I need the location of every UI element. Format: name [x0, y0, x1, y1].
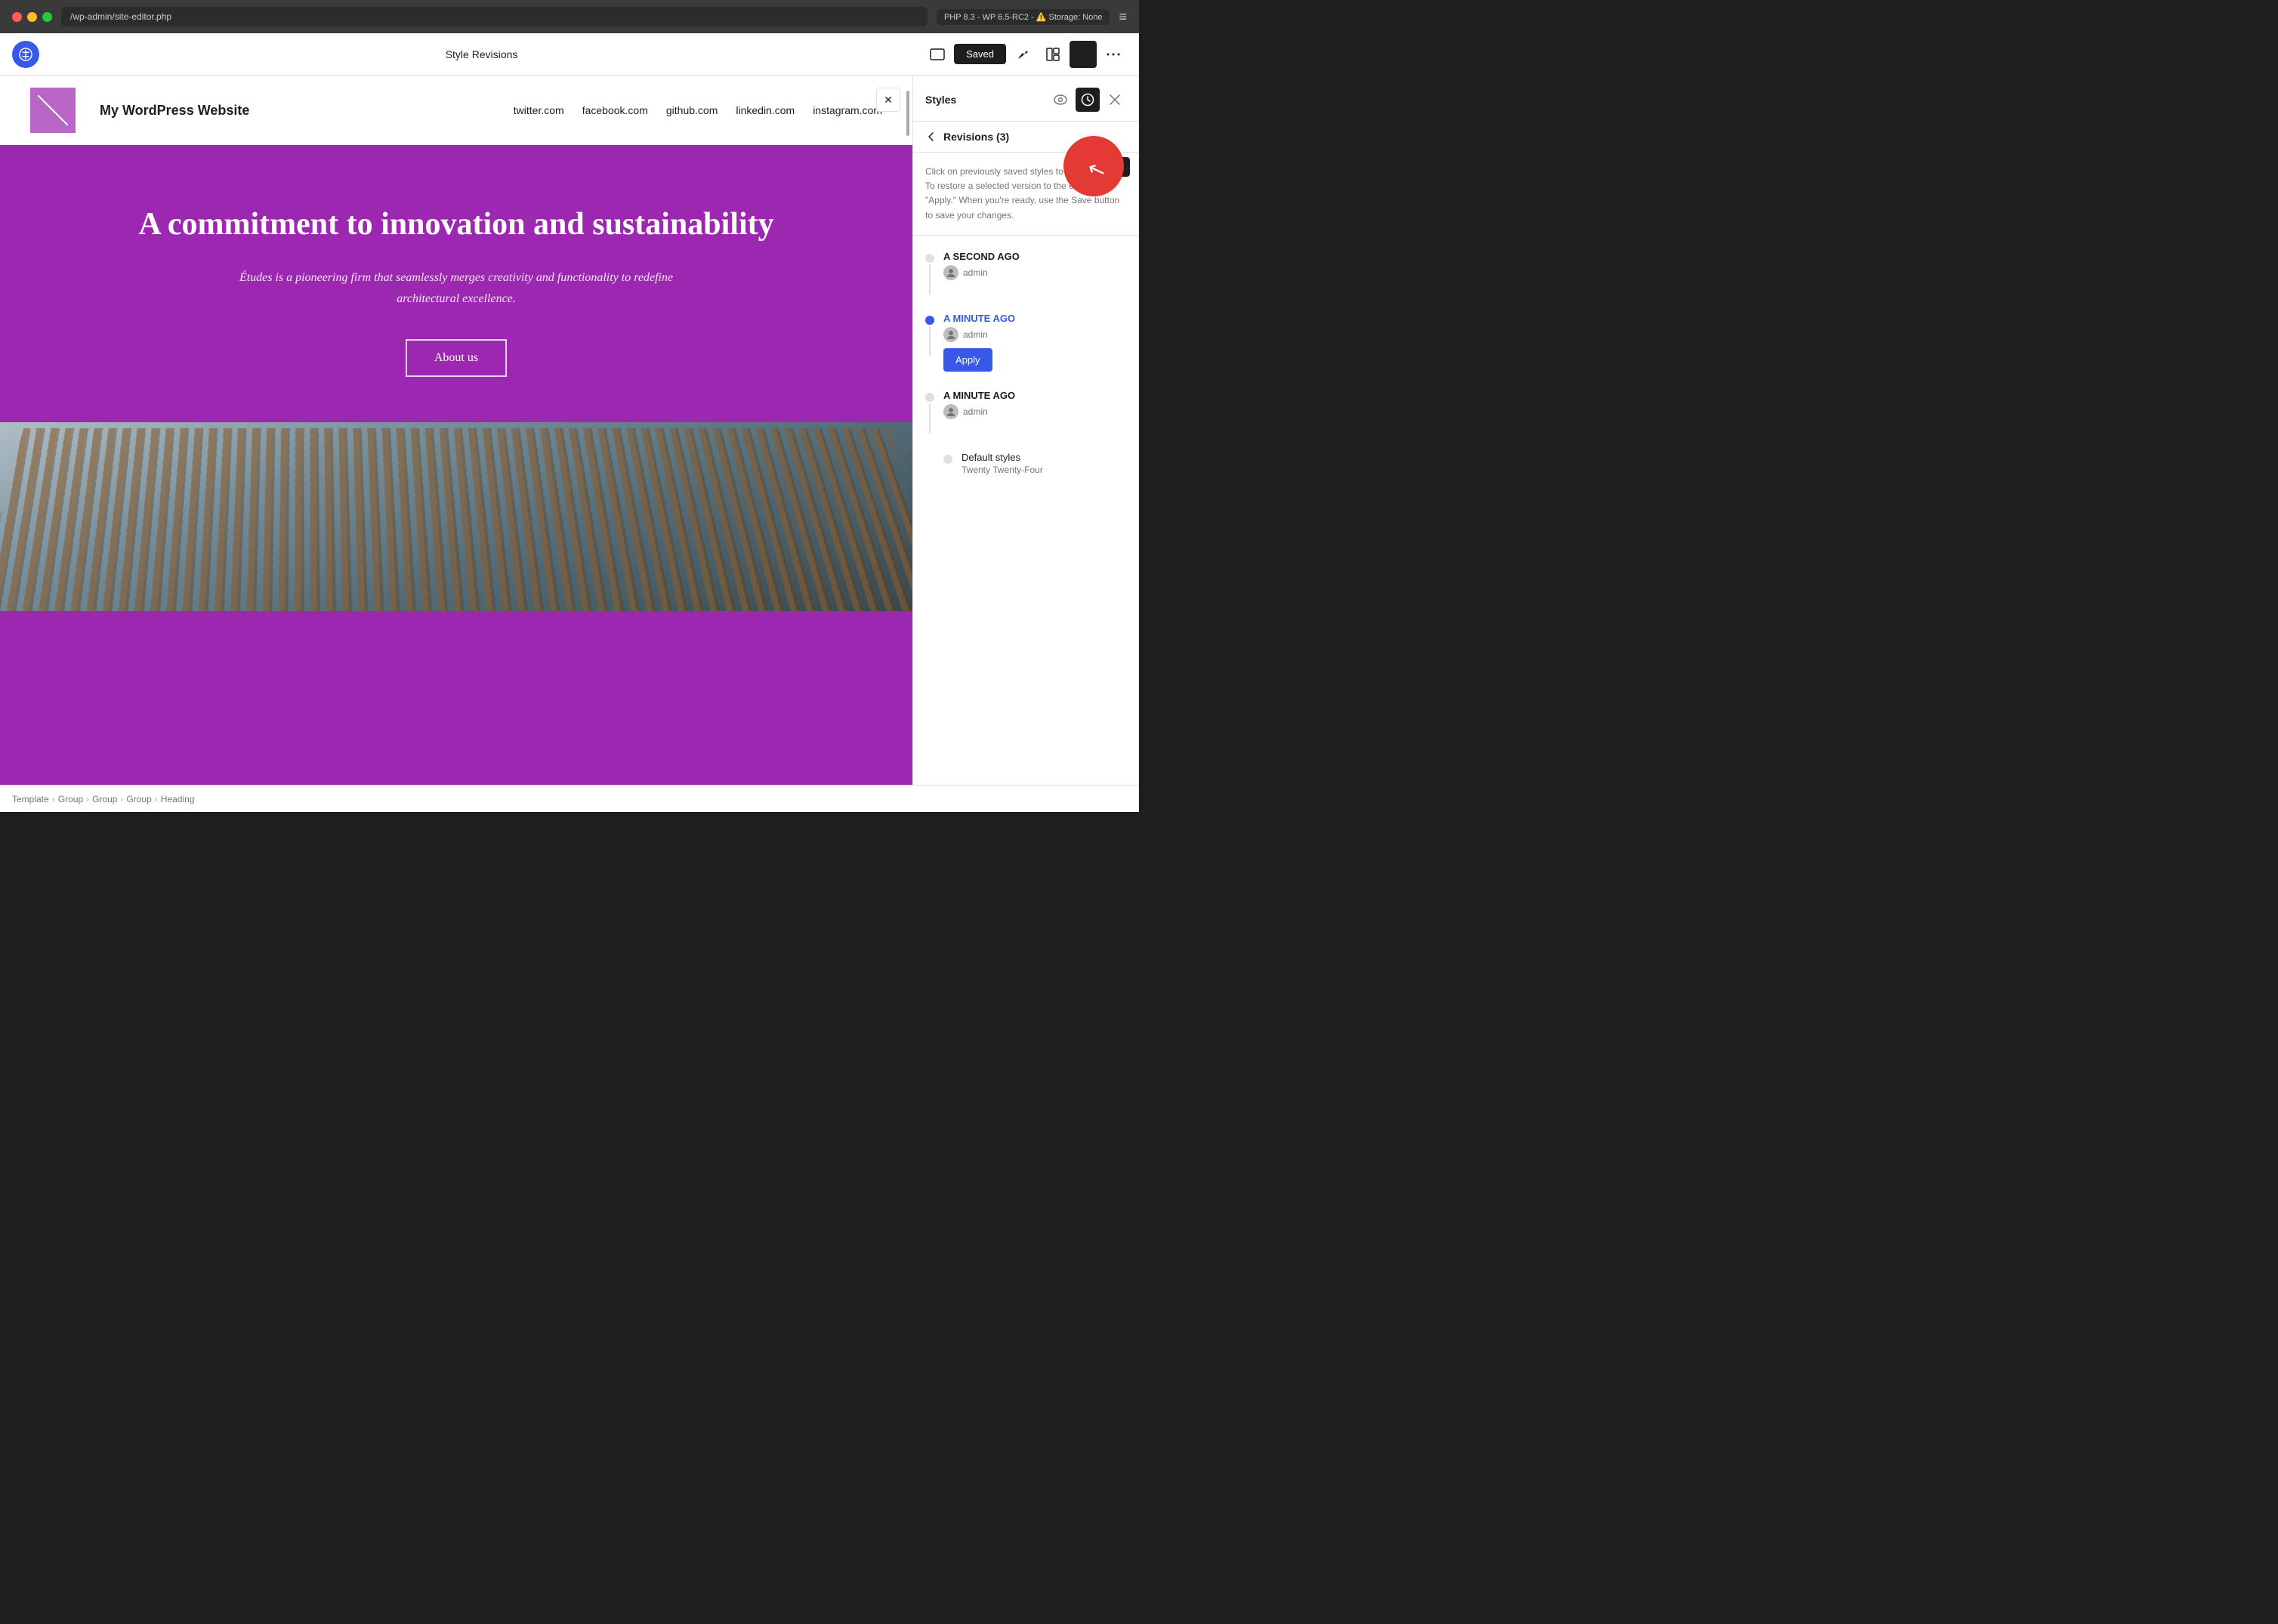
eye-btn[interactable]: [1048, 88, 1073, 112]
revision-dot-1: [925, 254, 934, 263]
avatar-3: [943, 404, 958, 419]
revisions-btn[interactable]: [1076, 88, 1100, 112]
revision-dot-container-default: [943, 452, 952, 464]
breadcrumb-item-template[interactable]: Template: [12, 794, 49, 804]
cursor-arrow-icon: ↖: [1084, 154, 1109, 184]
revision-list: A SECOND AGO admin: [913, 236, 1139, 785]
php-badge: PHP 8.3 - WP 6.5-RC2 - ⚠️ Storage: None: [937, 9, 1110, 25]
revision-item-1[interactable]: A SECOND AGO admin: [913, 242, 1139, 304]
author-name-1: admin: [963, 267, 988, 278]
nav-item-twitter[interactable]: twitter.com: [514, 104, 564, 116]
traffic-light-red[interactable]: [12, 12, 22, 22]
traffic-lights: [12, 12, 52, 22]
site-logo: [30, 88, 76, 133]
breadcrumb-sep-3: ›: [120, 794, 123, 804]
back-button[interactable]: [925, 131, 937, 143]
hero-subtitle: Études is a pioneering firm that seamles…: [230, 267, 683, 308]
styles-btn[interactable]: [1070, 41, 1097, 68]
site-name: My WordPress Website: [100, 103, 249, 119]
building-overlay: [0, 428, 912, 611]
browser-chrome: /wp-admin/site-editor.php PHP 8.3 - WP 6…: [0, 0, 1139, 33]
default-styles-info: Default styles Twenty Twenty-Four: [962, 452, 1127, 475]
address-text: /wp-admin/site-editor.php: [70, 11, 171, 22]
hero-title: A commitment to innovation and sustainab…: [30, 205, 882, 243]
more-options-btn[interactable]: [1100, 41, 1127, 68]
cursor-indicator: ↖: [1063, 136, 1124, 196]
close-sidebar-btn[interactable]: [1103, 88, 1127, 112]
website-preview: My WordPress Website twitter.com faceboo…: [0, 76, 912, 785]
revision-author-2: admin: [943, 327, 1127, 342]
view-toggle-btn[interactable]: [924, 41, 951, 68]
breadcrumb-item-group2[interactable]: Group: [92, 794, 117, 804]
default-styles-item[interactable]: Default styles Twenty Twenty-Four: [913, 443, 1139, 484]
sidebar-header: Styles: [913, 76, 1139, 122]
nav-item-github[interactable]: github.com: [666, 104, 718, 116]
scrollbar-thumb: [906, 91, 909, 136]
hero-section: A commitment to innovation and sustainab…: [0, 145, 912, 422]
revision-item-3[interactable]: A MINUTE AGO admin: [913, 381, 1139, 443]
author-name-2: admin: [963, 329, 988, 340]
sidebar-header-actions: [1048, 88, 1127, 112]
revision-info-3: A MINUTE AGO admin: [943, 390, 1127, 419]
browser-menu-btn[interactable]: ≡: [1119, 9, 1127, 25]
saved-button[interactable]: Saved: [954, 44, 1006, 64]
revision-time-3: A MINUTE AGO: [943, 390, 1127, 401]
revision-item-2[interactable]: A MINUTE AGO admin Apply: [913, 304, 1139, 381]
author-name-3: admin: [963, 406, 988, 417]
site-header: My WordPress Website twitter.com faceboo…: [0, 76, 912, 145]
revision-time-2: A MINUTE AGO: [943, 313, 1127, 324]
traffic-light-yellow[interactable]: [27, 12, 37, 22]
revision-dot-container-1: [925, 251, 934, 295]
revision-connector-1: [929, 264, 931, 295]
revision-connector-3: [929, 403, 931, 434]
address-bar[interactable]: /wp-admin/site-editor.php: [61, 7, 928, 26]
nav-item-facebook[interactable]: facebook.com: [582, 104, 648, 116]
canvas-area: My WordPress Website twitter.com faceboo…: [0, 76, 912, 785]
default-styles-theme: Twenty Twenty-Four: [962, 465, 1127, 475]
revision-dot-container-3: [925, 390, 934, 434]
revision-dot-2: [925, 316, 934, 325]
toolbar-title: Style Revisions: [45, 48, 918, 60]
canvas-scrollbar[interactable]: [905, 76, 911, 785]
breadcrumb-item-group3[interactable]: Group: [126, 794, 151, 804]
apply-button[interactable]: Apply: [943, 348, 992, 372]
site-nav: twitter.com facebook.com github.com link…: [514, 104, 882, 116]
revision-dot-container-2: [925, 313, 934, 357]
breadcrumb-item-heading[interactable]: Heading: [161, 794, 195, 804]
wp-logo[interactable]: [12, 41, 39, 68]
nav-item-linkedin[interactable]: linkedin.com: [736, 104, 795, 116]
revision-info-1: A SECOND AGO admin: [943, 251, 1127, 280]
brush-btn[interactable]: [1009, 41, 1036, 68]
traffic-light-green[interactable]: [42, 12, 52, 22]
revision-author-1: admin: [943, 265, 1127, 280]
sidebar-panel: Styles Revisions ↖: [912, 76, 1139, 785]
avatar-1: [943, 265, 958, 280]
top-toolbar: Style Revisions Saved: [0, 33, 1139, 76]
toolbar-actions: Saved: [924, 41, 1127, 68]
revision-connector-2: [929, 326, 931, 357]
revision-info-2: A MINUTE AGO admin Apply: [943, 313, 1127, 372]
layout-btn[interactable]: [1039, 41, 1066, 68]
breadcrumb-sep-1: ›: [52, 794, 55, 804]
breadcrumb-sep-2: ›: [86, 794, 89, 804]
breadcrumb-item-group1[interactable]: Group: [58, 794, 83, 804]
breadcrumb: Template › Group › Group › Group › Headi…: [0, 785, 1139, 812]
revision-time-1: A SECOND AGO: [943, 251, 1127, 262]
default-styles-label: Default styles: [962, 452, 1127, 463]
hero-cta-button[interactable]: About us: [406, 339, 507, 377]
revision-dot-default: [943, 455, 952, 464]
revisions-title: Revisions (3): [943, 131, 1009, 143]
building-image: [0, 422, 912, 611]
nav-item-instagram[interactable]: instagram.com: [813, 104, 882, 116]
app-container: Style Revisions Saved: [0, 33, 1139, 812]
avatar-2: [943, 327, 958, 342]
main-content: My WordPress Website twitter.com faceboo…: [0, 76, 1139, 785]
canvas-close-button[interactable]: ✕: [876, 88, 900, 112]
sidebar-title: Styles: [925, 94, 956, 106]
revision-author-3: admin: [943, 404, 1127, 419]
breadcrumb-sep-4: ›: [155, 794, 158, 804]
revision-dot-3: [925, 393, 934, 402]
